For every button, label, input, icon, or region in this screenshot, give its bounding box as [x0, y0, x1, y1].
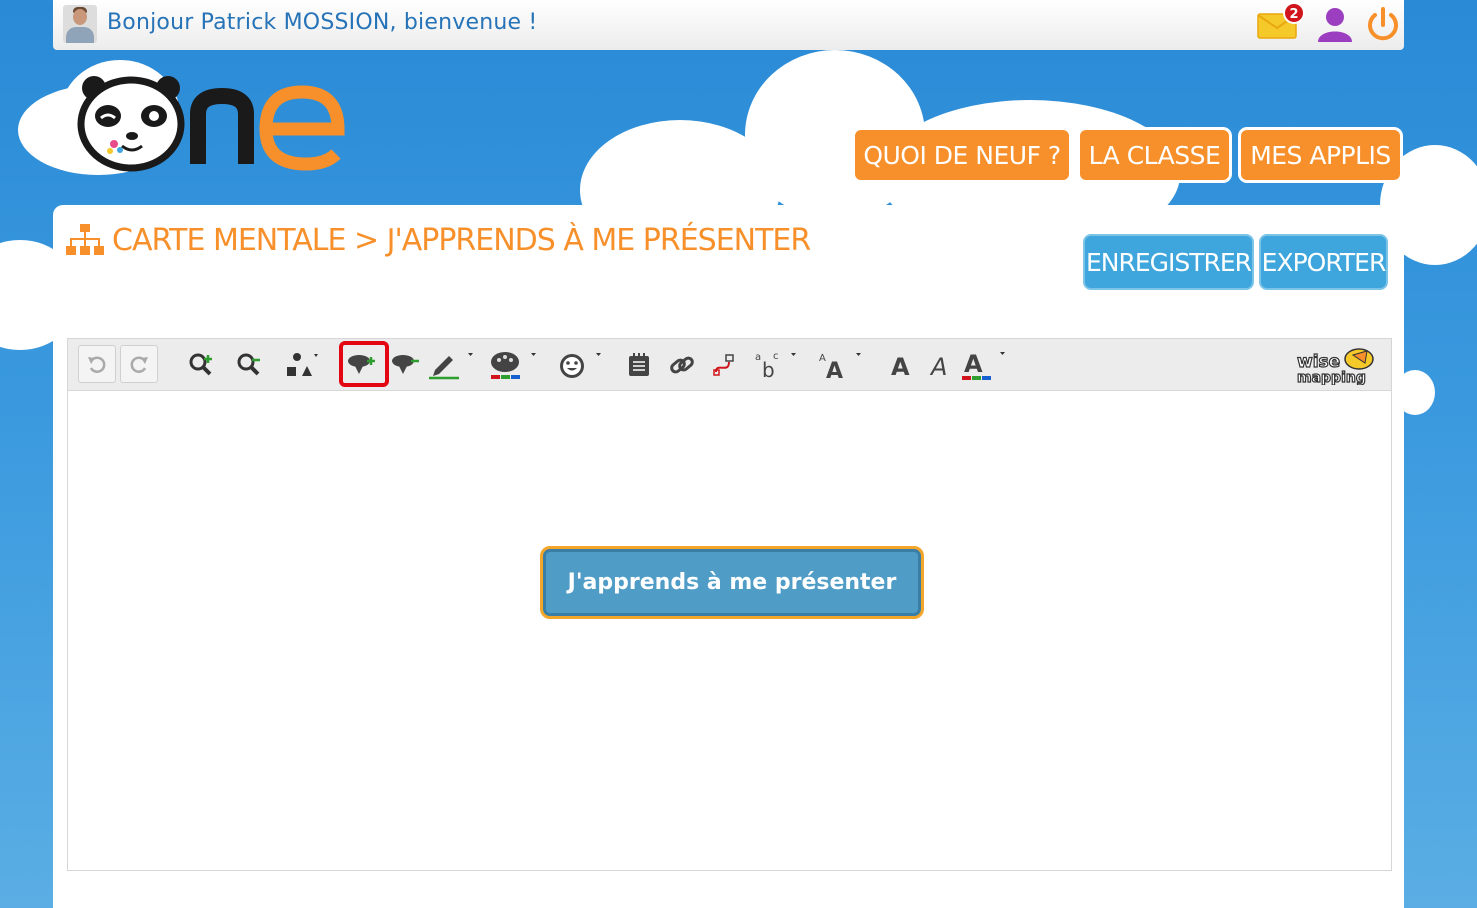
font-color-button[interactable]: A — [962, 347, 1005, 383]
svg-text:A: A — [929, 353, 947, 381]
export-button[interactable]: EXPORTER — [1259, 234, 1388, 290]
fill-color-button[interactable] — [491, 347, 536, 383]
svg-text:a: a — [755, 352, 761, 363]
border-color-icon — [429, 353, 473, 380]
svg-text:c: c — [773, 351, 779, 362]
welcome-message: Bonjour Patrick MOSSION, bienvenue ! — [107, 10, 538, 35]
power-icon[interactable] — [1364, 6, 1402, 44]
font-family-button[interactable]: a b c — [755, 347, 796, 383]
relationship-icon — [713, 354, 734, 376]
icon-button[interactable] — [560, 347, 601, 383]
central-topic[interactable]: J'apprends à me présenter — [540, 546, 924, 619]
avatar[interactable] — [63, 5, 97, 43]
mindmap-icon — [66, 224, 104, 255]
shape-icon — [287, 353, 318, 376]
wisemapping-icon: wise mapping — [1296, 348, 1374, 387]
svg-text:A: A — [891, 353, 910, 381]
emoji-icon — [560, 353, 601, 378]
undo-button[interactable] — [78, 345, 116, 383]
page-header: CARTE MENTALE > J'APPRENDS À ME PRÉSENTE… — [66, 222, 811, 258]
font-color-icon: A — [962, 350, 1005, 380]
topic-shape-button[interactable] — [283, 347, 319, 383]
relationship-button[interactable] — [706, 347, 742, 383]
note-icon — [629, 353, 649, 376]
font-size-icon: A A — [819, 353, 861, 384]
zoom-in-button[interactable] — [183, 347, 219, 383]
zoom-out-button[interactable] — [231, 347, 267, 383]
nav-la-classe[interactable]: LA CLASSE — [1077, 127, 1232, 183]
note-button[interactable] — [621, 347, 657, 383]
editor-toolbar: a b c A A A A A wise mapping — [68, 339, 1391, 391]
font-size-button[interactable]: A A — [819, 347, 861, 384]
font-family-icon: a b c — [755, 351, 796, 382]
bold-button[interactable]: A — [882, 347, 918, 383]
zoom-in-icon — [189, 353, 212, 376]
italic-button[interactable]: A — [922, 347, 958, 383]
svg-text:A: A — [819, 353, 826, 364]
delete-topic-icon — [392, 355, 419, 374]
link-button[interactable] — [664, 347, 700, 383]
undo-icon — [88, 356, 106, 373]
zoom-out-icon — [237, 353, 260, 376]
border-color-button[interactable] — [429, 347, 473, 383]
bold-icon: A — [891, 353, 910, 381]
nav-quoi-de-neuf[interactable]: QUOI DE NEUF ? — [852, 127, 1072, 183]
redo-icon — [130, 356, 148, 373]
user-icon[interactable] — [1316, 6, 1354, 44]
mindmap-editor[interactable]: a b c A A A A A wise mapping J'apprends … — [67, 338, 1392, 871]
delete-topic-button[interactable] — [388, 347, 424, 383]
add-topic-button[interactable] — [344, 347, 380, 383]
fill-color-icon — [491, 352, 536, 379]
link-icon — [670, 356, 694, 374]
nav-mes-applis[interactable]: MES APPLIS — [1238, 127, 1403, 183]
italic-icon: A — [929, 353, 947, 381]
save-button[interactable]: ENREGISTRER — [1083, 234, 1254, 290]
svg-text:mapping: mapping — [1297, 370, 1366, 385]
svg-text:A: A — [826, 359, 843, 384]
svg-text:A: A — [964, 350, 983, 378]
add-topic-icon — [348, 355, 375, 374]
mail-badge: 2 — [1283, 2, 1305, 24]
page-title: CARTE MENTALE > J'APPRENDS À ME PRÉSENTE… — [112, 222, 811, 258]
svg-text:wise: wise — [1297, 352, 1340, 372]
wisemapping-logo[interactable]: wise mapping — [1295, 345, 1379, 387]
redo-button[interactable] — [120, 345, 158, 383]
top-bar: Bonjour Patrick MOSSION, bienvenue ! 2 — [53, 0, 1404, 50]
one-logo[interactable] — [76, 74, 356, 174]
